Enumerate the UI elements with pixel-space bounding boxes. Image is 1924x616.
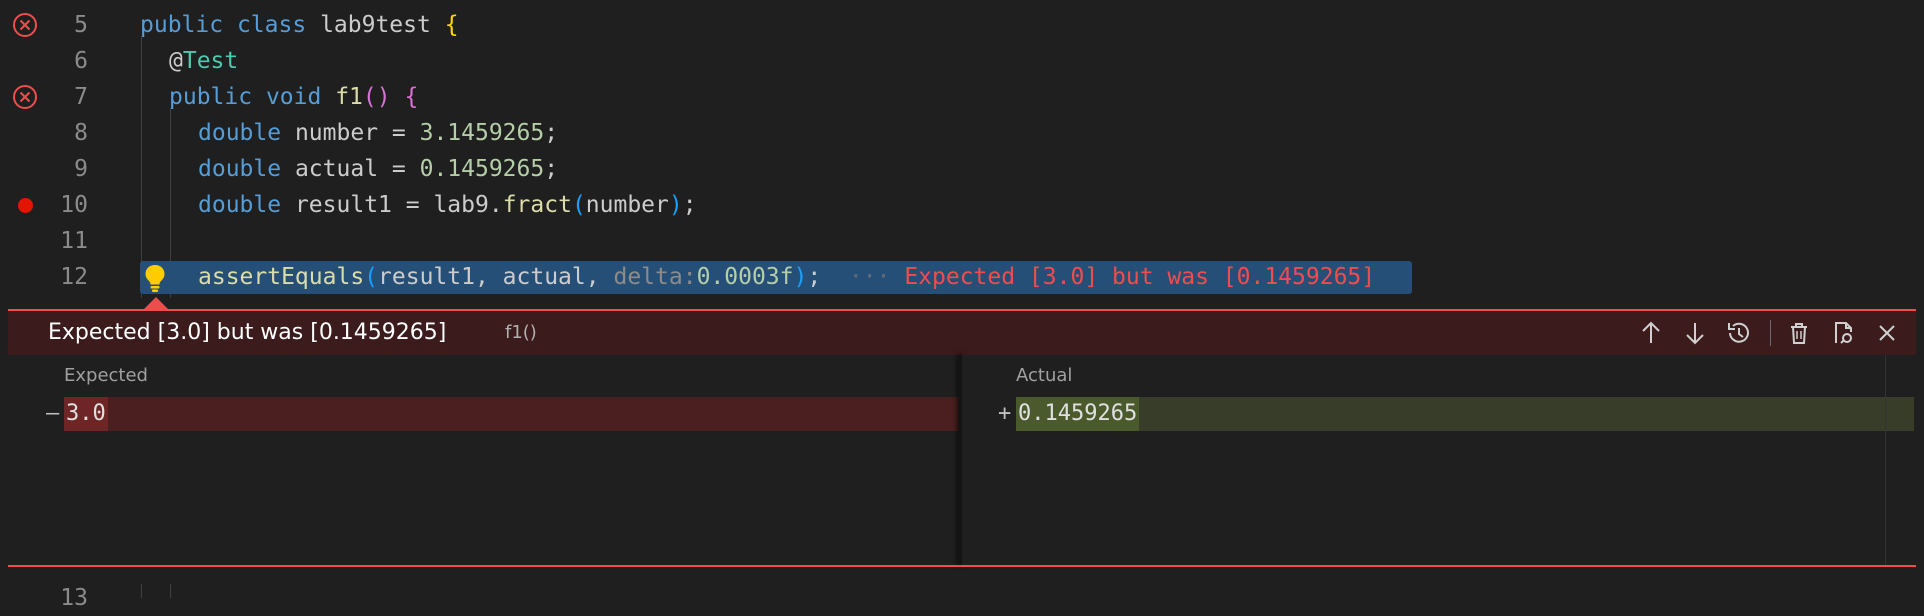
line-number: 13: [60, 585, 88, 611]
line-text: double result1 = lab9.fract(number);: [198, 192, 697, 218]
peek-subtitle: f1(): [505, 322, 537, 343]
code-line-6[interactable]: 6 @Test: [0, 43, 1924, 79]
line-number: 12: [60, 264, 88, 290]
code-line-8[interactable]: 8 double number = 3.1459265;: [0, 115, 1924, 151]
line-text: public class lab9test {: [140, 12, 459, 38]
removed-marker: —: [46, 401, 60, 426]
actual-pane[interactable]: Actual + 0.1459265: [962, 355, 1916, 565]
line-number: 8: [74, 120, 88, 146]
line-text: @Test: [169, 48, 239, 74]
line-text: assertEquals(result1, actual, delta:0.00…: [198, 264, 1376, 290]
actual-label: Actual: [1016, 365, 1073, 386]
expected-pane[interactable]: Expected — 3.0: [8, 355, 959, 565]
code-line-7[interactable]: 7 public void f1() {: [0, 79, 1924, 115]
peek-caret: [144, 297, 168, 309]
line-number: 10: [60, 192, 88, 218]
line-text: public void f1() {: [169, 84, 419, 110]
toolbar-separator: [1770, 320, 1771, 346]
code-line-11[interactable]: 11: [0, 223, 1924, 259]
code-line-5[interactable]: 5 public class lab9test {: [0, 7, 1924, 43]
line-number: 11: [60, 228, 88, 254]
peek-title: Expected [3.0] but was [0.1459265]: [48, 320, 447, 345]
peek-bottom-border: [8, 565, 1916, 567]
trash-icon[interactable]: [1784, 318, 1814, 348]
line-text: double number = 3.1459265;: [198, 120, 559, 146]
error-circle-icon[interactable]: [12, 84, 38, 110]
breakpoint-dot-icon[interactable]: [18, 198, 33, 213]
lightbulb-icon[interactable]: [142, 263, 168, 293]
line-number: 7: [74, 84, 88, 110]
added-marker: +: [998, 401, 1012, 426]
arrow-down-icon[interactable]: [1680, 318, 1710, 348]
open-file-icon[interactable]: [1828, 318, 1858, 348]
code-line-10[interactable]: 10 double result1 = lab9.fract(number);: [0, 187, 1924, 223]
arrow-up-icon[interactable]: [1636, 318, 1666, 348]
actual-value: 0.1459265: [1016, 397, 1140, 431]
minimap-edge: [1885, 355, 1886, 565]
expected-diff-row[interactable]: — 3.0: [46, 397, 959, 431]
expected-label: Expected: [64, 365, 148, 386]
line-number: 6: [74, 48, 88, 74]
peek-header: Expected [3.0] but was [0.1459265] f1(): [8, 309, 1916, 357]
expected-value: 3.0: [64, 397, 108, 431]
code-editor[interactable]: 5 public class lab9test { 6 @Test 7 publ…: [0, 0, 1924, 598]
code-line-12[interactable]: 12 assertEquals(result1, actual, delta:0…: [0, 259, 1924, 295]
parameter-hint: delta:: [613, 264, 697, 290]
inline-error-message: Expected [3.0] but was [0.1459265]: [904, 264, 1376, 290]
error-circle-icon[interactable]: [12, 12, 38, 38]
close-icon[interactable]: [1872, 318, 1902, 348]
line-text: double actual = 0.1459265;: [198, 156, 559, 182]
history-icon[interactable]: [1724, 318, 1754, 348]
code-line-13[interactable]: 13: [0, 580, 1924, 616]
line-number: 5: [74, 12, 88, 38]
code-line-9[interactable]: 9 double actual = 0.1459265;: [0, 151, 1924, 187]
line-number: 9: [74, 156, 88, 182]
actual-diff-row[interactable]: + 0.1459265: [998, 397, 1914, 431]
